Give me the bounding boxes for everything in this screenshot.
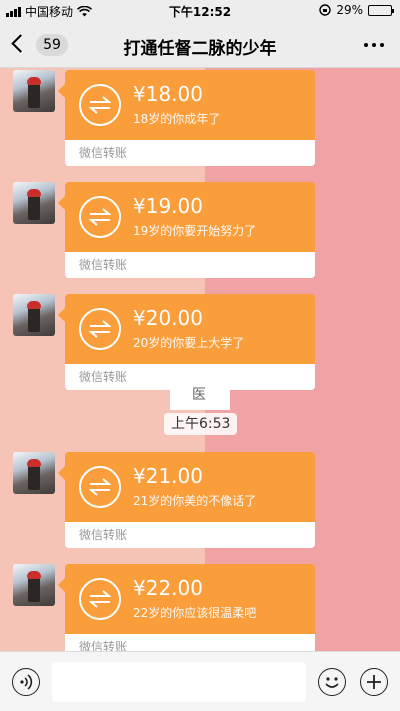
transfer-message[interactable]: ¥18.00 18岁的你成年了 微信转账 [58, 70, 315, 184]
transfer-icon [79, 84, 121, 126]
battery-icon [368, 4, 394, 16]
lock-rotation-icon [319, 4, 332, 16]
message-input[interactable] [52, 662, 306, 702]
avatar[interactable] [13, 70, 55, 112]
voice-icon[interactable] [12, 668, 40, 696]
transfer-icon [79, 466, 121, 508]
status-right: 29% [319, 3, 394, 17]
transfer-label: 微信转账 [65, 522, 315, 548]
transfer-memo: 18岁的你成年了 [133, 112, 221, 126]
transfer-card-top: ¥18.00 18岁的你成年了 [58, 70, 315, 140]
transfer-label: 微信转账 [65, 634, 315, 651]
transfer-icon [79, 578, 121, 620]
chat-title: 打通任督二脉的少年 [123, 39, 277, 59]
transfer-memo: 20岁的你要上大学了 [133, 336, 245, 350]
plus-icon[interactable] [360, 668, 388, 696]
transfer-amount: ¥22.00 [133, 576, 203, 600]
image-message[interactable]: 医 [170, 380, 230, 410]
avatar[interactable] [13, 182, 55, 224]
avatar[interactable] [13, 294, 55, 336]
transfer-message[interactable]: ¥19.00 19岁的你要开始努力了 微信转账 [58, 182, 315, 296]
avatar[interactable] [13, 564, 55, 606]
transfer-label: 微信转账 [65, 252, 315, 278]
emoji-icon[interactable] [318, 668, 346, 696]
transfer-amount: ¥20.00 [133, 306, 203, 330]
transfer-memo: 22岁的你应该很温柔吧 [133, 606, 257, 620]
transfer-icon [79, 308, 121, 350]
input-bar [0, 651, 400, 711]
nav-bar: 59 打通任督二脉的少年 [0, 22, 400, 68]
chat-area[interactable]: ¥18.00 18岁的你成年了 微信转账 ¥19.00 19岁的你要开始努力了 … [0, 68, 400, 651]
status-bar: 中国移动 下午12:52 29% [0, 0, 400, 22]
transfer-card-top: ¥22.00 22岁的你应该很温柔吧 [58, 564, 315, 634]
transfer-card-top: ¥21.00 21岁的你美的不像话了 [58, 452, 315, 522]
transfer-memo: 19岁的你要开始努力了 [133, 224, 257, 238]
transfer-label: 微信转账 [65, 140, 315, 166]
transfer-amount: ¥21.00 [133, 464, 203, 488]
avatar[interactable] [13, 452, 55, 494]
transfer-card-top: ¥19.00 19岁的你要开始努力了 [58, 182, 315, 252]
more-icon[interactable] [364, 43, 384, 47]
transfer-amount: ¥19.00 [133, 194, 203, 218]
transfer-icon [79, 196, 121, 238]
transfer-amount: ¥18.00 [133, 82, 203, 106]
transfer-message[interactable]: ¥22.00 22岁的你应该很温柔吧 微信转账 [58, 564, 315, 651]
timestamp: 上午6:53 [164, 413, 238, 435]
battery-percent: 29% [336, 3, 363, 17]
transfer-card-top: ¥20.00 20岁的你要上大学了 [58, 294, 315, 364]
image-message-glyph: 医 [192, 387, 206, 403]
transfer-memo: 21岁的你美的不像话了 [133, 494, 257, 508]
transfer-message[interactable]: ¥21.00 21岁的你美的不像话了 微信转账 [58, 452, 315, 566]
